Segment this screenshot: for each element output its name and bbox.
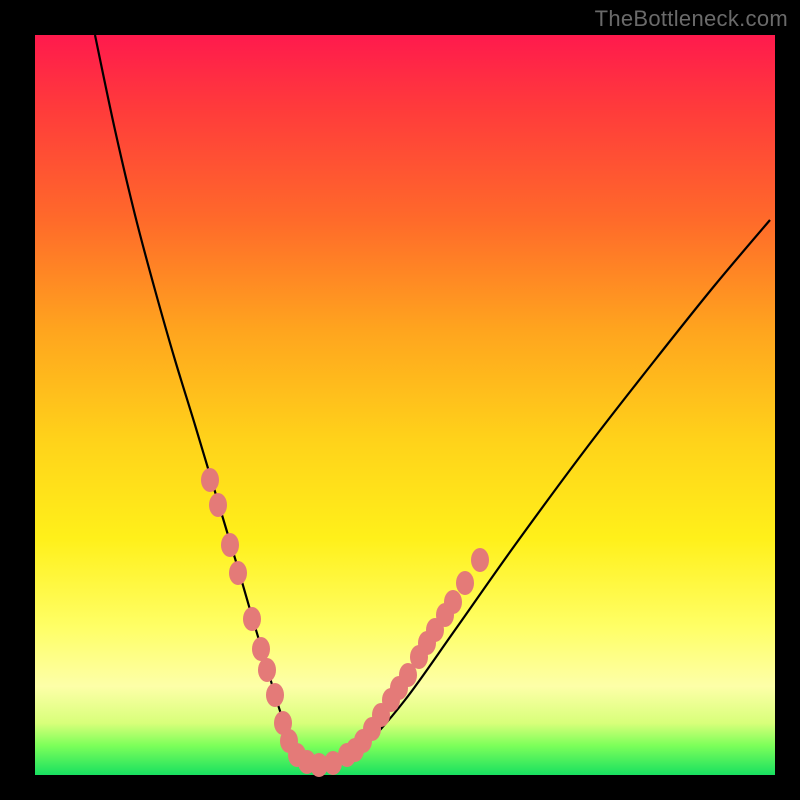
bead-marker (266, 683, 284, 707)
bead-marker (252, 637, 270, 661)
bead-marker (201, 468, 219, 492)
outer-frame: TheBottleneck.com (0, 0, 800, 800)
plot-area (35, 35, 775, 775)
bead-marker (209, 493, 227, 517)
bead-marker (229, 561, 247, 585)
watermark-text: TheBottleneck.com (595, 6, 788, 32)
bead-group (201, 468, 489, 777)
bead-marker (258, 658, 276, 682)
bottleneck-curve (95, 35, 770, 765)
bead-marker (243, 607, 261, 631)
chart-svg (35, 35, 775, 775)
bead-marker (471, 548, 489, 572)
bead-marker (221, 533, 239, 557)
bead-marker (444, 590, 462, 614)
bead-marker (456, 571, 474, 595)
